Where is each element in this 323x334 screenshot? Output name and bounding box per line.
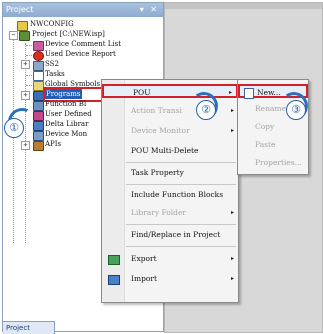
tree-item-label: Used Device Report xyxy=(45,50,116,58)
device-icon xyxy=(33,61,44,71)
monitor-icon xyxy=(33,131,44,141)
panel-header: Project ▾ ✕ xyxy=(3,3,163,17)
tree-line xyxy=(26,55,32,56)
menu-item-pou-multi-delete[interactable]: POU Multi-Delete xyxy=(102,144,238,158)
submenu-arrow-icon: ▸ xyxy=(228,89,232,96)
menu-separator xyxy=(126,246,236,247)
menu-item-find-replace[interactable]: Find/Replace in Project xyxy=(102,228,238,242)
tree-item-label: User Defined xyxy=(45,110,92,118)
submenu-arrow-icon: ▸ xyxy=(230,275,234,282)
submenu-item-label: Copy xyxy=(255,122,275,131)
report-icon xyxy=(33,51,44,61)
tree-line xyxy=(26,85,32,86)
menu-separator xyxy=(126,224,236,225)
tree-item-label: Device Comment List xyxy=(45,40,122,48)
menu-item-task-property[interactable]: Task Property xyxy=(102,166,238,180)
menu-item-device-monitor[interactable]: Device Monitor ▸ xyxy=(102,124,238,138)
callout-3: ③ xyxy=(286,100,306,120)
menu-item-label: Library Folder xyxy=(131,208,186,217)
menu-item-label: POU xyxy=(133,88,151,97)
expand-apis[interactable]: + xyxy=(21,141,30,150)
submenu-item-label: Paste xyxy=(255,140,276,149)
panel-controls[interactable]: ▾ ✕ xyxy=(140,3,159,17)
tree-item-label: Device Mon xyxy=(45,130,88,138)
menu-item-label: Find/Replace in Project xyxy=(131,230,221,239)
export-icon xyxy=(108,255,120,265)
expand-programs[interactable]: + xyxy=(21,91,30,100)
submenu-item-copy[interactable]: Copy xyxy=(238,120,308,134)
menu-item-label: Import xyxy=(131,274,157,283)
tree-item-label: APIs xyxy=(45,140,62,148)
submenu-item-label: Properties... xyxy=(255,158,302,167)
menu-item-export[interactable]: Export ▸ xyxy=(102,252,238,266)
menu-item-include-function-blocks[interactable]: Include Function Blocks xyxy=(102,188,238,202)
menu-item-label: Task Property xyxy=(131,168,184,177)
submenu-arrow-icon: ▸ xyxy=(230,209,234,216)
tree-item-label: Tasks xyxy=(45,70,65,78)
tree-item-label: Function Bl xyxy=(45,100,87,108)
menu-item-label: Include Function Blocks xyxy=(131,190,224,199)
tab-project[interactable]: Project xyxy=(3,321,55,334)
tree-project-label: Project [C:\NEW.isp] xyxy=(32,30,105,38)
tree-line xyxy=(13,33,14,243)
tree-line xyxy=(26,75,32,76)
callout-2: ② xyxy=(196,100,216,120)
new-file-icon xyxy=(244,88,254,99)
import-icon xyxy=(108,275,120,285)
menu-item-pou[interactable]: POU ▸ xyxy=(102,84,238,98)
expand-ss2[interactable]: + xyxy=(21,60,30,69)
tasks-icon xyxy=(33,71,44,81)
menu-item-label: Action Transi xyxy=(131,106,182,115)
menu-separator xyxy=(126,162,236,163)
tree-item-label: SS2 xyxy=(45,60,59,68)
callout-1: ① xyxy=(4,118,24,138)
menu-item-label: POU Multi-Delete xyxy=(131,146,199,155)
submenu-arrow-icon: ▸ xyxy=(230,127,234,134)
tree-line xyxy=(26,45,32,46)
submenu-item-properties[interactable]: Properties... xyxy=(238,156,308,170)
comment-list-icon xyxy=(33,41,44,51)
menu-separator xyxy=(126,184,236,185)
config-icon xyxy=(17,21,28,31)
menu-item-library-folder[interactable]: Library Folder ▸ xyxy=(102,206,238,220)
tree-item-label: Delta Librar xyxy=(45,120,89,128)
submenu-arrow-icon: ▸ xyxy=(230,107,234,114)
panel-title: Project xyxy=(6,5,34,14)
function-block-icon xyxy=(33,101,44,111)
menu-item-label: Export xyxy=(131,254,157,263)
tree-root-label: NWCONFIG xyxy=(30,20,74,28)
submenu-arrow-icon: ▸ xyxy=(230,255,234,262)
context-menu: POU ▸ Action Transi ▸ Device Monitor ▸ P… xyxy=(101,79,239,303)
expand-project[interactable]: − xyxy=(9,31,18,40)
workspace-strip xyxy=(165,3,322,9)
menu-item-label: Device Monitor xyxy=(131,126,190,135)
apis-icon xyxy=(33,141,44,151)
project-icon xyxy=(19,31,30,41)
submenu-item-label: New... xyxy=(257,88,281,97)
menu-item-import[interactable]: Import ▸ xyxy=(102,272,238,286)
submenu-item-paste[interactable]: Paste xyxy=(238,138,308,152)
